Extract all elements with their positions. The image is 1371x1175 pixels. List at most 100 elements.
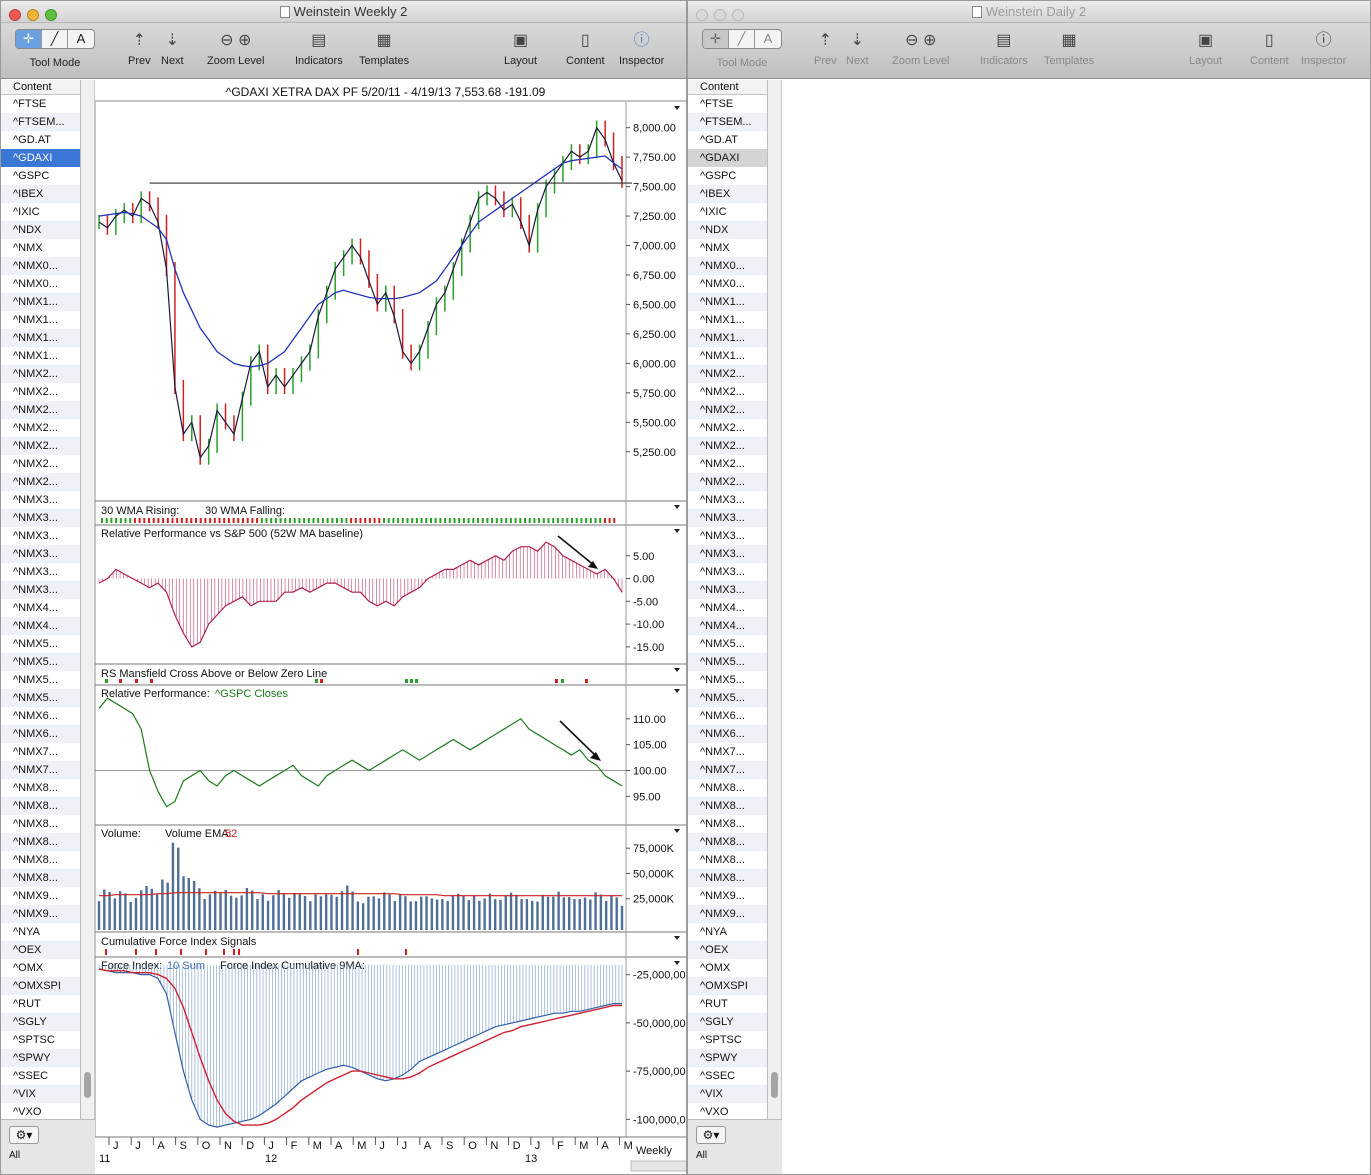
sidebar-item[interactable]: ^VIX — [688, 1085, 767, 1103]
sidebar-item[interactable]: ^SGLY — [1, 1013, 80, 1031]
sidebar-item[interactable]: ^NMX1... — [688, 311, 767, 329]
prev-button[interactable]: ⇡ Prev — [814, 29, 837, 67]
sidebar-item[interactable]: ^NMX1... — [688, 347, 767, 365]
sidebar-item[interactable]: ^IBEX — [688, 185, 767, 203]
draw-line-icon[interactable]: ╱ — [42, 30, 68, 48]
sidebar-item[interactable]: ^NMX8... — [1, 815, 80, 833]
draw-line-icon[interactable]: ╱ — [729, 30, 755, 48]
sidebar-item[interactable]: ^SSEC — [1, 1067, 80, 1085]
sidebar-item[interactable]: ^NMX0... — [688, 275, 767, 293]
sidebar-item[interactable]: ^NMX7... — [688, 761, 767, 779]
sidebar-item[interactable]: ^NMX2... — [1, 437, 80, 455]
sidebar-item[interactable]: ^NMX8... — [688, 815, 767, 833]
sidebar-item[interactable]: ^NMX1... — [688, 293, 767, 311]
sidebar-item[interactable]: ^NMX4... — [1, 617, 80, 635]
gear-icon[interactable]: ⚙▾ — [696, 1126, 726, 1144]
sidebar-item[interactable]: ^SPTSC — [1, 1031, 80, 1049]
sidebar-item[interactable]: ^SPTSC — [688, 1031, 767, 1049]
sidebar-item[interactable]: ^NMX0... — [1, 275, 80, 293]
close-button[interactable] — [696, 9, 708, 21]
indicators-button[interactable]: ▤ Indicators — [980, 29, 1028, 67]
sidebar-item[interactable]: ^NMX8... — [1, 869, 80, 887]
sidebar-item[interactable]: ^NMX1... — [1, 347, 80, 365]
sidebar-item[interactable]: ^NMX8... — [688, 833, 767, 851]
sidebar-item[interactable]: ^NMX1... — [1, 329, 80, 347]
close-button[interactable] — [9, 9, 21, 21]
sidebar-item[interactable]: ^SPWY — [688, 1049, 767, 1067]
templates-button[interactable]: ▦ Templates — [359, 29, 409, 67]
zoom-button[interactable] — [45, 9, 57, 21]
sidebar-item[interactable]: ^NMX3... — [688, 545, 767, 563]
scroll-thumb[interactable] — [84, 1072, 91, 1098]
sidebar-item[interactable]: ^NMX7... — [1, 761, 80, 779]
sidebar-item[interactable]: ^GSPC — [1, 167, 80, 185]
minimize-button[interactable] — [27, 9, 39, 21]
sidebar-item[interactable]: ^NMX5... — [688, 635, 767, 653]
sidebar-item[interactable]: ^NMX6... — [688, 707, 767, 725]
chart-area[interactable]: ^GDAXI XETRA DAX PF 5/20/11 - 4/19/13 7,… — [95, 80, 686, 1174]
sidebar-item[interactable]: ^SGLY — [688, 1013, 767, 1031]
sidebar-item[interactable]: ^OEX — [1, 941, 80, 959]
zoom-level-control[interactable]: ⊖ ⊕ Zoom Level — [207, 29, 264, 67]
sidebar-item[interactable]: ^VIX — [1, 1085, 80, 1103]
sidebar-item[interactable]: ^GDAXI — [688, 149, 767, 167]
sidebar-item[interactable]: ^GDAXI — [1, 149, 80, 167]
sidebar-item[interactable]: ^NMX2... — [1, 455, 80, 473]
title-bar[interactable]: Weinstein Weekly 2 — [1, 1, 686, 23]
sidebar-item[interactable]: ^NMX3... — [1, 581, 80, 599]
sidebar-item[interactable]: ^RUT — [1, 995, 80, 1013]
tool-mode-control[interactable]: ✛ ╱ A Tool Mode — [15, 29, 95, 69]
sidebar-item[interactable]: ^NMX3... — [688, 527, 767, 545]
sidebar-item[interactable]: ^NMX8... — [688, 779, 767, 797]
sidebar-item[interactable]: ^NMX3... — [688, 491, 767, 509]
sidebar-item[interactable]: ^GSPC — [688, 167, 767, 185]
scroll-thumb[interactable] — [771, 1072, 778, 1098]
sidebar-scrollbar[interactable] — [81, 80, 95, 1136]
sidebar-item[interactable]: ^OMX — [688, 959, 767, 977]
layout-button[interactable]: ▣ Layout — [1189, 29, 1222, 67]
title-bar[interactable]: Weinstein Daily 2 — [688, 1, 1370, 23]
all-label[interactable]: All — [696, 1150, 707, 1161]
sidebar-item[interactable]: ^NMX2... — [688, 419, 767, 437]
templates-button[interactable]: ▦ Templates — [1044, 29, 1094, 67]
sidebar-item[interactable]: ^NMX1... — [1, 311, 80, 329]
sidebar-item[interactable]: ^NMX2... — [688, 455, 767, 473]
sidebar-item[interactable]: ^OEX — [688, 941, 767, 959]
sidebar-item[interactable]: ^GD.AT — [1, 131, 80, 149]
sidebar-item[interactable]: ^NMX6... — [688, 725, 767, 743]
sidebar-item[interactable]: ^NMX8... — [1, 851, 80, 869]
sidebar-item[interactable]: ^NMX2... — [688, 365, 767, 383]
crosshair-icon[interactable]: ✛ — [16, 30, 42, 48]
sidebar-item[interactable]: ^NMX3... — [1, 527, 80, 545]
sidebar-item[interactable]: ^NMX3... — [1, 563, 80, 581]
sidebar-item[interactable]: ^FTSE — [1, 95, 80, 113]
tool-mode-segments[interactable]: ✛ ╱ A — [702, 29, 782, 49]
sidebar-item[interactable]: ^NMX8... — [688, 851, 767, 869]
sidebar-item[interactable]: ^NMX7... — [1, 743, 80, 761]
content-button[interactable]: ▯ Content — [1250, 29, 1289, 67]
layout-button[interactable]: ▣ Layout — [504, 29, 537, 67]
sidebar-item[interactable]: ^NMX2... — [688, 383, 767, 401]
sidebar-item[interactable]: ^NMX5... — [1, 671, 80, 689]
sidebar-item[interactable]: ^FTSEM... — [1, 113, 80, 131]
sidebar-item[interactable]: ^NMX3... — [1, 509, 80, 527]
next-button[interactable]: ⇣ Next — [161, 29, 184, 67]
sidebar-item[interactable]: ^NMX5... — [1, 635, 80, 653]
sidebar-item[interactable]: ^NMX3... — [688, 563, 767, 581]
sidebar-item[interactable]: ^NMX9... — [688, 905, 767, 923]
sidebar-item[interactable]: ^NYA — [688, 923, 767, 941]
sidebar-item[interactable]: ^NMX8... — [1, 779, 80, 797]
prev-button[interactable]: ⇡ Prev — [128, 29, 151, 67]
sidebar-item[interactable]: ^NDX — [1, 221, 80, 239]
sidebar-item[interactable]: ^FTSEM... — [688, 113, 767, 131]
sidebar-item[interactable]: ^NMX6... — [1, 707, 80, 725]
sidebar-item[interactable]: ^NMX — [1, 239, 80, 257]
sidebar-item[interactable]: ^IBEX — [1, 185, 80, 203]
sidebar-item[interactable]: ^NMX0... — [688, 257, 767, 275]
minimize-button[interactable] — [714, 9, 726, 21]
sidebar-item[interactable]: ^NMX2... — [688, 473, 767, 491]
sidebar-item[interactable]: ^NMX2... — [1, 383, 80, 401]
next-button[interactable]: ⇣ Next — [846, 29, 869, 67]
sidebar-item[interactable]: ^NMX2... — [688, 401, 767, 419]
sidebar-item[interactable]: ^NMX3... — [1, 491, 80, 509]
